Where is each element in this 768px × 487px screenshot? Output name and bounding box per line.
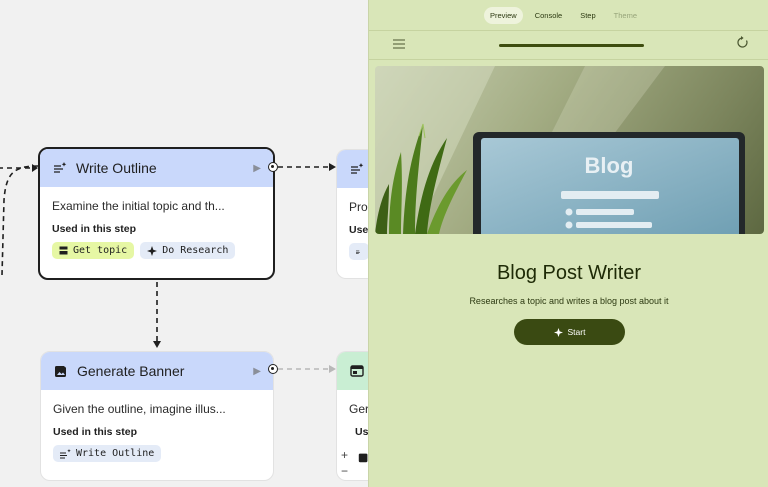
text-spark-icon xyxy=(60,448,71,459)
stop-square-icon xyxy=(59,246,68,255)
zoom-out-button[interactable]: − xyxy=(341,464,348,478)
graph-canvas[interactable]: Write Outline ▶ Examine the initial topi… xyxy=(0,0,368,487)
output-port-generate-banner[interactable] xyxy=(268,364,278,374)
node-header[interactable]: Write Outline ▶ xyxy=(40,149,273,187)
node-header[interactable]: Generate Banner ▶ xyxy=(41,352,273,390)
node-used-label: Use xyxy=(349,224,368,236)
tab-console[interactable]: Console xyxy=(529,7,569,24)
edge-arrow-next xyxy=(329,163,336,171)
node-description: Examine the initial topic and th... xyxy=(52,199,225,213)
blog-banner-image: Blog xyxy=(375,66,764,234)
node-description: Given the outline, imagine illus... xyxy=(53,402,226,416)
node-header[interactable] xyxy=(337,150,368,188)
image-generate-icon xyxy=(53,363,69,379)
node-title: Write Outline xyxy=(76,160,157,176)
node-used-label: Use xyxy=(355,426,368,438)
refresh-icon[interactable] xyxy=(736,36,750,54)
text-spark-icon xyxy=(52,160,68,176)
zoom-in-button[interactable]: + xyxy=(341,448,348,462)
run-progress xyxy=(407,43,736,47)
app-title: Blog Post Writer xyxy=(496,262,642,284)
banner-text: Blog xyxy=(585,153,634,178)
app-subtitle: Researches a topic and writes a blog pos… xyxy=(469,296,669,306)
edge-incoming-curve xyxy=(1,165,39,276)
text-spark-icon xyxy=(349,161,365,177)
image-generate-icon xyxy=(358,453,368,463)
tab-theme[interactable]: Theme xyxy=(608,7,643,24)
start-button-label: Start xyxy=(567,327,586,337)
play-icon[interactable]: ▶ xyxy=(253,163,261,174)
chip-do-research[interactable]: Do Research xyxy=(140,242,236,259)
web-window-icon xyxy=(349,363,365,379)
text-spark-icon xyxy=(356,250,360,254)
menu-icon[interactable] xyxy=(393,36,407,54)
tab-preview[interactable]: Preview xyxy=(484,6,523,24)
progress-fill xyxy=(499,43,644,47)
node-partial-upper[interactable]: Pro Use xyxy=(336,149,368,279)
preview-toolbar xyxy=(369,30,768,60)
node-write-outline[interactable]: Write Outline ▶ Examine the initial topi… xyxy=(38,147,275,280)
spark-icon xyxy=(553,327,563,337)
chip-label: Do Research xyxy=(162,245,229,256)
node-used-label: Used in this step xyxy=(52,223,137,235)
node-generate-banner[interactable]: Generate Banner ▶ Given the outline, ima… xyxy=(40,351,274,481)
output-port-write-outline[interactable] xyxy=(268,162,278,172)
banner-illustration: Blog xyxy=(375,66,745,234)
tab-step[interactable]: Step xyxy=(574,7,601,24)
chip-write-outline[interactable]: Write Outline xyxy=(53,445,162,462)
edge-arrow-banner-next xyxy=(329,365,336,373)
node-description: Ger xyxy=(349,402,368,416)
edge-arrow-banner xyxy=(153,341,161,348)
preview-tabs: Preview Console Step Theme xyxy=(369,0,768,30)
node-description: Pro xyxy=(349,200,368,214)
node-title: Generate Banner xyxy=(77,363,185,379)
play-icon[interactable]: ▶ xyxy=(253,366,261,377)
node-header[interactable] xyxy=(337,352,368,390)
chip-get-topic[interactable]: Get topic xyxy=(52,242,135,259)
chip-label: Get topic xyxy=(73,245,128,256)
start-button[interactable]: Start xyxy=(514,319,625,345)
chip-label: Write Outline xyxy=(76,448,155,459)
chip-partial[interactable] xyxy=(349,243,368,260)
node-used-label: Used in this step xyxy=(53,426,138,438)
progress-track xyxy=(499,43,644,47)
preview-panel: Preview Console Step Theme Blog Blog Pos… xyxy=(368,0,768,487)
zoom-controls: + − xyxy=(336,444,368,484)
spark-icon xyxy=(147,245,158,256)
